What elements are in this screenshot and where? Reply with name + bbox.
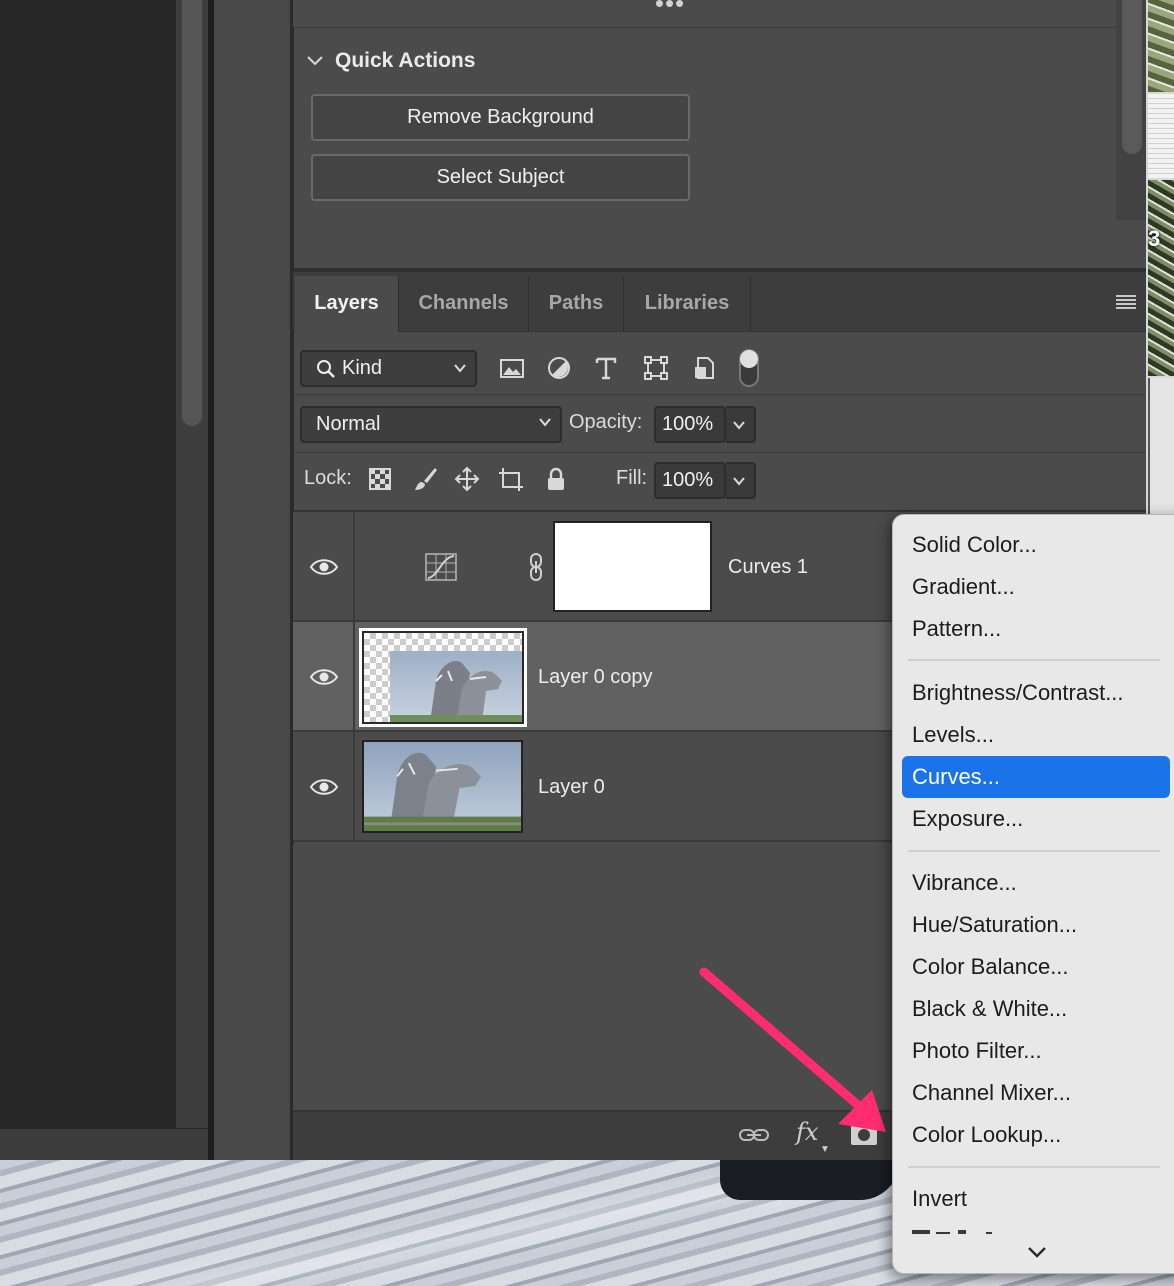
search-icon — [317, 359, 335, 378]
menu-item-pattern[interactable]: Pattern... — [912, 609, 1001, 649]
opacity-slider-button[interactable] — [726, 406, 756, 443]
blend-mode-select[interactable]: Normal — [300, 406, 562, 443]
background-thumbnail — [1148, 180, 1174, 376]
properties-scroll-thumb[interactable] — [1122, 0, 1142, 154]
type-layer-filter-icon[interactable] — [590, 352, 622, 384]
chevron-down-icon — [307, 56, 323, 66]
layer-name[interactable]: Layer 0 copy — [538, 666, 653, 689]
lock-all-icon[interactable] — [542, 465, 570, 493]
menu-scroll-down-chevron-icon[interactable] — [1026, 1245, 1048, 1259]
eye-visibility-icon[interactable] — [309, 667, 339, 687]
fill-slider-button[interactable] — [726, 462, 756, 499]
opacity-input[interactable]: 100% — [654, 406, 726, 443]
menu-separator — [908, 1166, 1160, 1168]
menu-item-color-lookup[interactable]: Color Lookup... — [912, 1115, 1061, 1155]
remove-background-button[interactable]: Remove Background — [311, 94, 690, 141]
background-thumbnail — [1148, 378, 1174, 518]
fx-icon[interactable]: fx — [796, 1118, 818, 1146]
fill-input[interactable]: 100% — [654, 462, 726, 499]
fx-dropdown-caret-icon: ▼ — [820, 1144, 830, 1155]
menu-item-color-balance[interactable]: Color Balance... — [912, 947, 1069, 987]
fill-label: Fill: — [616, 467, 648, 489]
menu-item-gradient[interactable]: Gradient... — [912, 567, 1015, 607]
menu-item-hue-saturation[interactable]: Hue/Saturation... — [912, 905, 1077, 945]
background-thumbnail — [1148, 94, 1174, 178]
lock-artboard-icon[interactable] — [497, 465, 525, 493]
menu-item-curves[interactable]: Curves... — [912, 757, 1000, 797]
document-canvas-area — [0, 0, 176, 1160]
row-divider — [293, 394, 1146, 395]
more-options-icon[interactable]: ••• — [640, 0, 700, 19]
row-divider — [293, 452, 1146, 453]
menu-separator — [908, 659, 1160, 661]
layer-mask-thumbnail[interactable] — [553, 521, 712, 612]
canvas-horizontal-scrollbar[interactable] — [0, 1128, 208, 1160]
link-layers-icon[interactable] — [738, 1124, 770, 1146]
lock-position-move-icon[interactable] — [453, 465, 481, 493]
lock-transparent-pixels-icon[interactable] — [366, 465, 394, 493]
menu-item-brightness-contrast[interactable]: Brightness/Contrast... — [912, 673, 1124, 713]
tab-channels[interactable]: Channels — [399, 276, 529, 332]
adjustment-layer-filter-icon[interactable] — [543, 352, 575, 384]
layer-thumbnail-image[interactable] — [390, 651, 522, 722]
tab-libraries[interactable]: Libraries — [624, 276, 751, 332]
menu-item-channel-mixer[interactable]: Channel Mixer... — [912, 1073, 1071, 1113]
menu-separator — [908, 850, 1160, 852]
collapsed-panel-dock — [214, 0, 292, 1160]
menu-item-solid-color[interactable]: Solid Color... — [912, 525, 1037, 565]
tab-paths[interactable]: Paths — [529, 276, 624, 332]
tab-layers[interactable]: Layers — [295, 276, 399, 332]
chevron-down-icon — [454, 364, 466, 373]
eye-visibility-icon[interactable] — [309, 777, 339, 797]
background-window-number: 3 — [1148, 226, 1161, 251]
menu-item-photo-filter[interactable]: Photo Filter... — [912, 1031, 1042, 1071]
lock-image-pixels-brush-icon[interactable] — [411, 465, 439, 493]
filter-kind-label: Kind — [342, 357, 383, 379]
chevron-down-icon — [539, 418, 551, 427]
quick-actions-header[interactable]: Quick Actions — [305, 46, 475, 76]
menu-item-levels[interactable]: Levels... — [912, 715, 994, 755]
layer-name[interactable]: Curves 1 — [728, 556, 808, 579]
canvas-scroll-thumb[interactable] — [182, 0, 202, 426]
lock-label: Lock: — [304, 467, 352, 489]
menu-item-exposure[interactable]: Exposure... — [912, 799, 1023, 839]
opacity-label: Opacity: — [569, 411, 643, 433]
layer-thumbnail-image[interactable] — [362, 740, 523, 833]
pixel-layer-filter-icon[interactable] — [496, 352, 528, 384]
background-photo-shadow — [720, 1160, 900, 1200]
background-thumbnail — [1148, 0, 1174, 92]
menu-item-invert[interactable]: Invert — [912, 1179, 967, 1219]
eye-visibility-icon[interactable] — [309, 557, 339, 577]
add-mask-icon[interactable] — [850, 1124, 878, 1146]
properties-panel-top — [293, 0, 1116, 28]
menu-item-vibrance[interactable]: Vibrance... — [912, 863, 1017, 903]
chevron-down-icon — [733, 477, 745, 486]
panel-menu-icon[interactable] — [1114, 292, 1138, 312]
filter-kind-select[interactable]: Kind — [300, 350, 477, 387]
quick-actions-title: Quick Actions — [335, 49, 476, 72]
shape-layer-filter-icon[interactable] — [640, 352, 672, 384]
mask-link-chain-icon[interactable] — [526, 552, 546, 582]
menu-item-partially-hidden — [912, 1230, 992, 1234]
chevron-down-icon — [733, 421, 745, 430]
smart-object-filter-icon[interactable] — [688, 352, 720, 384]
curves-adjustment-icon[interactable] — [424, 551, 458, 583]
layer-filter-toggle-knob — [740, 350, 758, 368]
layer-name[interactable]: Layer 0 — [538, 776, 605, 799]
select-subject-button[interactable]: Select Subject — [311, 154, 690, 201]
menu-item-black-white[interactable]: Black & White... — [912, 989, 1067, 1029]
